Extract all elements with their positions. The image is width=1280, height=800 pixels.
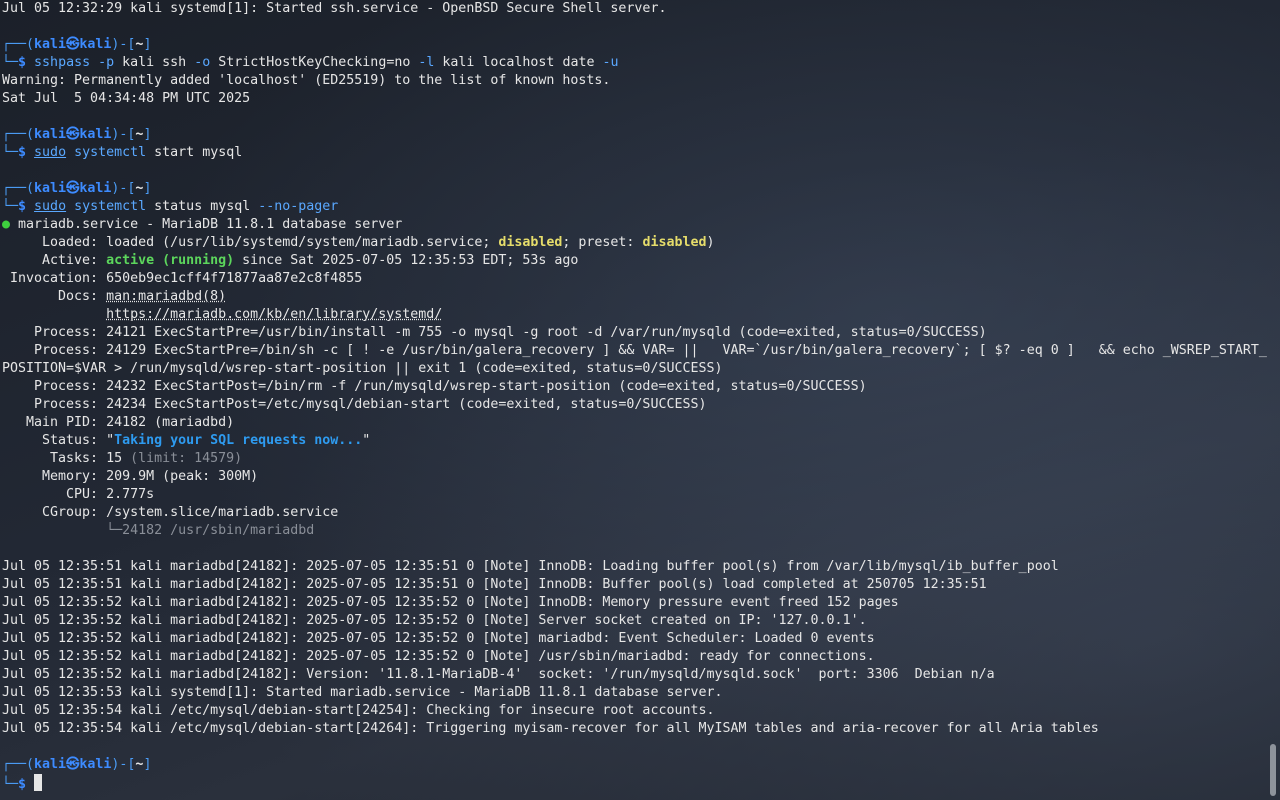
- command-line: └─$ sudo systemctl start mysql: [2, 145, 243, 160]
- process-line: Process: 24121 ExecStartPre=/usr/bin/ins…: [2, 325, 987, 340]
- log-line: Jul 05 12:35:52 kali mariadbd[24182]: 20…: [2, 631, 875, 646]
- log-line: Jul 05 12:32:29 kali systemd[1]: Started…: [2, 1, 667, 16]
- docs-link-line: https://mariadb.com/kb/en/library/system…: [2, 306, 1268, 324]
- command-line: └─$ sudo systemctl status mysql --no-pag…: [2, 199, 339, 214]
- docs-link[interactable]: https://mariadb.com/kb/en/library/system…: [106, 307, 442, 322]
- log-line: Jul 05 12:35:52 kali mariadbd[24182]: 20…: [2, 595, 899, 610]
- active-line: Active: active (running) since Sat 2025-…: [2, 253, 579, 268]
- process-line-cont: POSITION=$VAR > /run/mysqld/wsrep-start-…: [2, 361, 723, 376]
- terminal-window[interactable]: Jul 05 12:32:29 kali systemd[1]: Started…: [0, 0, 1268, 800]
- output-line: Warning: Permanently added 'localhost' (…: [2, 73, 611, 88]
- log-line: Jul 05 12:35:54 kali /etc/mysql/debian-s…: [2, 721, 1099, 736]
- scrollbar-thumb[interactable]: [1270, 744, 1276, 796]
- mainpid-line: Main PID: 24182 (mariadbd): [2, 415, 235, 430]
- cgroup-child-line: └─24182 /usr/sbin/mariadbd: [2, 523, 315, 538]
- log-line: Jul 05 12:35:51 kali mariadbd[24182]: 20…: [2, 559, 1059, 574]
- status-dot-icon: ●: [2, 217, 11, 232]
- log-line: Jul 05 12:35:53 kali systemd[1]: Started…: [2, 685, 723, 700]
- cpu-line: CPU: 2.777s: [2, 487, 155, 502]
- tasks-line: Tasks: 15 (limit: 14579): [2, 451, 243, 466]
- command-line: └─$ sshpass -p kali ssh -o StrictHostKey…: [2, 55, 619, 70]
- memory-line: Memory: 209.9M (peak: 300M): [2, 469, 259, 484]
- process-line: Process: 24232 ExecStartPost=/bin/rm -f …: [2, 379, 867, 394]
- scrollbar[interactable]: [1270, 0, 1276, 800]
- text-cursor: [34, 774, 43, 791]
- log-line: Jul 05 12:35:52 kali mariadbd[24182]: 20…: [2, 649, 875, 664]
- output-line: Sat Jul 5 04:34:48 PM UTC 2025: [2, 91, 251, 106]
- loaded-line: Loaded: loaded (/usr/lib/systemd/system/…: [2, 235, 715, 250]
- log-line: Jul 05 12:35:52 kali mariadbd[24182]: 20…: [2, 613, 867, 628]
- log-line: Jul 05 12:35:51 kali mariadbd[24182]: 20…: [2, 577, 987, 592]
- status-line: Status: "Taking your SQL requests now...…: [2, 433, 371, 448]
- prompt-header: ┌──(kali㉿kali)-[~]: [2, 37, 152, 52]
- invocation-line: Invocation: 650eb9ec1cff4f71877aa87e2c8f…: [2, 271, 363, 286]
- service-title: ● mariadb.service - MariaDB 11.8.1 datab…: [2, 217, 403, 232]
- docs-line: Docs: man:mariadbd(8): [2, 289, 227, 304]
- cgroup-line: CGroup: /system.slice/mariadb.service: [2, 505, 339, 520]
- prompt-header: ┌──(kali㉿kali)-[~]: [2, 757, 152, 772]
- log-line: Jul 05 12:35:52 kali mariadbd[24182]: Ve…: [2, 667, 995, 682]
- process-line: Process: 24234 ExecStartPost=/etc/mysql/…: [2, 397, 707, 412]
- input-line[interactable]: └─$: [2, 774, 1268, 792]
- process-line: Process: 24129 ExecStartPre=/bin/sh -c […: [2, 343, 1267, 358]
- prompt-header: ┌──(kali㉿kali)-[~]: [2, 181, 152, 196]
- prompt-header: ┌──(kali㉿kali)-[~]: [2, 127, 152, 142]
- log-line: Jul 05 12:35:54 kali /etc/mysql/debian-s…: [2, 703, 715, 718]
